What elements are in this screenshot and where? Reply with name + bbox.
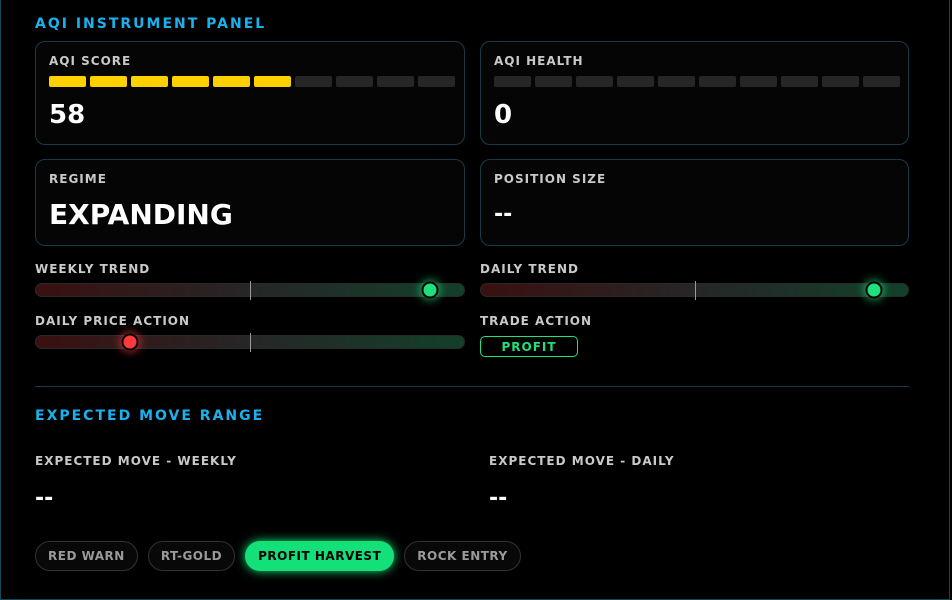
aqi-health-segment [617, 76, 654, 87]
aqi-health-segment [863, 76, 900, 87]
daily-trend-midline [694, 281, 696, 300]
regime-label: REGIME [49, 172, 107, 186]
aqi-health-card: AQI HEALTH 0 [480, 41, 909, 145]
aqi-health-segment [822, 76, 859, 87]
daily-price-action-midline [250, 333, 251, 352]
mode-button-rock-entry[interactable]: ROCK ENTRY [404, 541, 521, 571]
aqi-score-segment [418, 76, 455, 87]
trade-action-label: TRADE ACTION [480, 314, 593, 328]
aqi-health-label: AQI HEALTH [494, 54, 584, 68]
mode-button-red-warn[interactable]: RED WARN [35, 541, 138, 571]
aqi-score-segment [90, 76, 127, 87]
aqi-health-segment [535, 76, 572, 87]
aqi-health-segment [781, 76, 818, 87]
aqi-health-value: 0 [494, 100, 513, 130]
expected-move-weekly-value: -- [35, 486, 54, 511]
aqi-score-segment [336, 76, 373, 87]
regime-card: REGIME EXPANDING [35, 159, 465, 246]
aqi-score-segment [295, 76, 332, 87]
expected-move-daily-value: -- [489, 486, 508, 511]
position-size-label: POSITION SIZE [494, 172, 607, 186]
weekly-trend-label: WEEKLY TREND [35, 262, 151, 276]
daily-trend-label: DAILY TREND [480, 262, 579, 276]
aqi-health-bar [494, 76, 900, 87]
weekly-trend-indicator [421, 281, 439, 299]
aqi-score-segment [49, 76, 86, 87]
aqi-score-card: AQI SCORE 58 [35, 41, 465, 145]
mode-button-rt-gold[interactable]: RT-GOLD [147, 541, 236, 571]
aqi-health-segment [494, 76, 531, 87]
aqi-score-label: AQI SCORE [49, 54, 132, 68]
trade-action-badge: PROFIT [480, 336, 578, 357]
weekly-trend-slider [35, 281, 465, 300]
aqi-score-segment [172, 76, 209, 87]
aqi-score-segment [131, 76, 168, 87]
aqi-health-segment [740, 76, 777, 87]
daily-trend-indicator [865, 281, 883, 299]
section-divider [35, 386, 909, 387]
expected-move-weekly-label: EXPECTED MOVE - WEEKLY [35, 454, 237, 468]
mode-selector: RED WARN RT-GOLD PROFIT HARVEST ROCK ENT… [35, 541, 521, 571]
mode-button-profit-harvest[interactable]: PROFIT HARVEST [245, 541, 395, 571]
panel-title: AQI INSTRUMENT PANEL [35, 16, 267, 32]
aqi-score-segment [254, 76, 291, 87]
daily-price-action-label: DAILY PRICE ACTION [35, 314, 191, 328]
daily-price-action-indicator [121, 333, 139, 351]
position-size-value: -- [494, 202, 513, 227]
aqi-score-segment [377, 76, 414, 87]
aqi-health-segment [699, 76, 736, 87]
expected-move-title: EXPECTED MOVE RANGE [35, 408, 265, 424]
expected-move-daily-label: EXPECTED MOVE - DAILY [489, 454, 675, 468]
daily-price-action-slider [35, 333, 465, 352]
aqi-score-segment [213, 76, 250, 87]
aqi-health-segment [658, 76, 695, 87]
weekly-trend-midline [250, 281, 251, 300]
regime-value: EXPANDING [49, 198, 233, 231]
aqi-score-bar [49, 76, 455, 87]
daily-trend-slider [480, 281, 909, 300]
aqi-health-segment [576, 76, 613, 87]
aqi-score-value: 58 [49, 100, 86, 130]
position-size-card: POSITION SIZE -- [480, 159, 909, 246]
